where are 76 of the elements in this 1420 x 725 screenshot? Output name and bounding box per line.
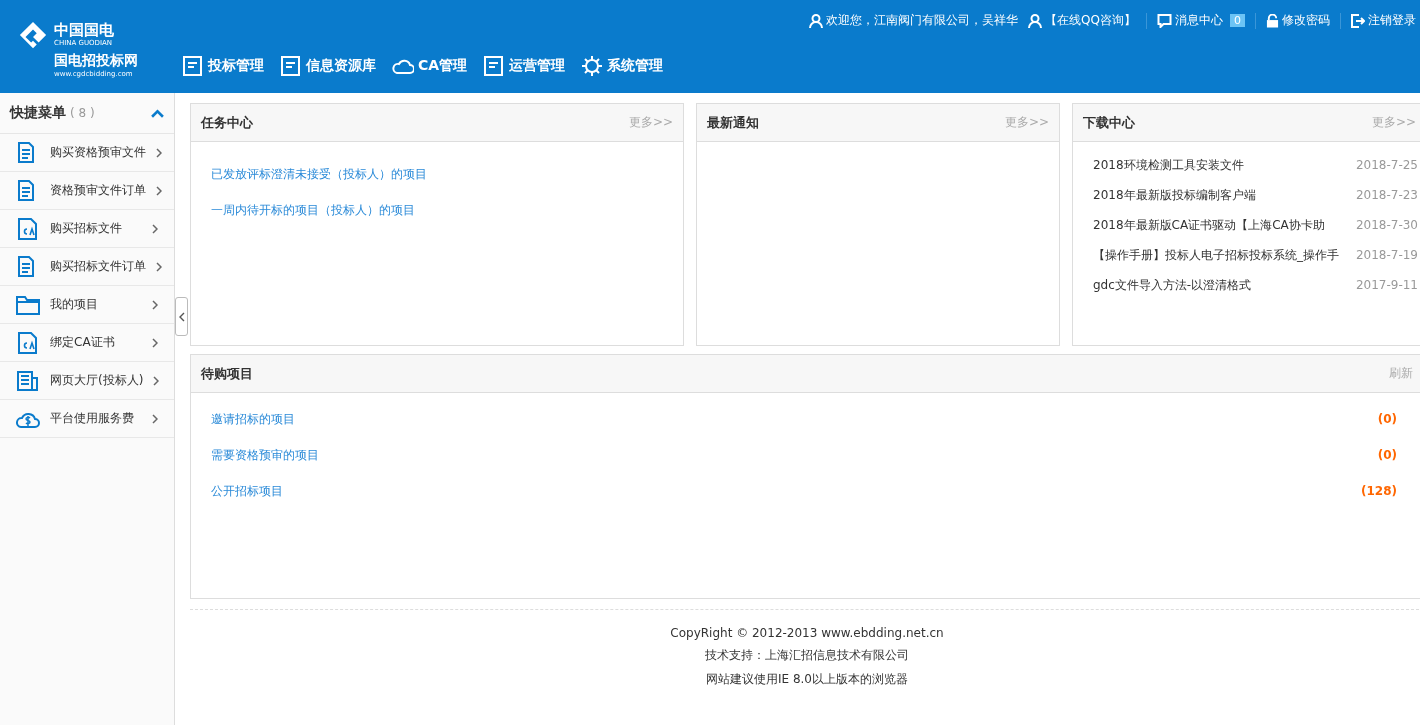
chevron-right-icon bbox=[152, 413, 158, 424]
file-date: 2018-7-30 bbox=[1355, 217, 1418, 234]
sidebar-menu-item[interactable]: 我的项目 bbox=[0, 286, 174, 324]
certificate-icon bbox=[16, 217, 40, 240]
chevron-right-icon bbox=[156, 261, 162, 272]
logout-link[interactable]: 注销登录 bbox=[1351, 12, 1416, 29]
more-link[interactable]: 更多>> bbox=[1004, 114, 1049, 131]
nav-link[interactable]: 运营管理 bbox=[483, 55, 566, 77]
sidebar-count: ( 8 ) bbox=[70, 106, 95, 120]
footer-text: CopyRight © 2012-2013 www.ebdding.net.cn bbox=[670, 626, 944, 640]
footer-text: 技术支持：上海汇招信息技术有限公司 bbox=[705, 647, 909, 664]
sidebar-title: 快捷菜单 bbox=[10, 104, 66, 122]
user-icon bbox=[1028, 13, 1043, 28]
download-link[interactable]: 2018环境检测工具安装文件 bbox=[1093, 150, 1244, 180]
panel-title: 任务中心 bbox=[201, 113, 253, 132]
file-date: 2018-7-25 bbox=[1355, 157, 1418, 174]
document-icon bbox=[483, 55, 506, 77]
download-link[interactable]: 【操作手册】投标人电子招标投标系统_操作手 bbox=[1093, 240, 1339, 270]
sidebar-menu-item[interactable]: 绑定CA证书 bbox=[0, 324, 174, 362]
nav-link[interactable]: 系统管理 bbox=[581, 55, 664, 77]
download-link[interactable]: 2018年最新版CA证书驱动【上海CA协卡助 bbox=[1093, 210, 1325, 240]
panel-title: 最新通知 bbox=[707, 113, 759, 132]
nav-link[interactable]: 信息资源库 bbox=[280, 55, 376, 77]
logout-icon bbox=[1351, 13, 1365, 28]
lock-icon bbox=[1266, 13, 1279, 28]
file-date: 2017-9-11 bbox=[1355, 277, 1418, 294]
sidebar-menu-item[interactable]: 购买招标文件订单 bbox=[0, 248, 174, 286]
settings-icon bbox=[581, 55, 604, 77]
certificate-icon bbox=[16, 331, 40, 354]
refresh-link[interactable]: 刷新 bbox=[1389, 365, 1413, 382]
chat-icon bbox=[1157, 13, 1172, 28]
chevron-right-icon bbox=[152, 223, 158, 234]
file-date: 2018-7-19 bbox=[1355, 247, 1418, 264]
newspaper-icon bbox=[16, 369, 40, 392]
chevron-right-icon bbox=[156, 147, 162, 158]
site-name: 国电招投标网 bbox=[54, 52, 138, 70]
sidebar-collapse-handle[interactable] bbox=[175, 297, 188, 336]
chevron-right-icon bbox=[156, 185, 162, 196]
download-link[interactable]: gdc文件导入方法-以澄清格式 bbox=[1093, 270, 1252, 300]
qq-consult-link[interactable]: 【在线QQ咨询】 bbox=[1028, 12, 1136, 29]
chevron-right-icon bbox=[153, 375, 160, 386]
more-link[interactable]: 更多>> bbox=[628, 114, 673, 131]
sidebar-menu-item[interactable]: 平台使用服务费 bbox=[0, 400, 174, 438]
message-center-link[interactable]: 消息中心 0 bbox=[1157, 12, 1245, 29]
panel-title: 下载中心 bbox=[1083, 113, 1135, 132]
nav-link[interactable]: CA管理 bbox=[392, 55, 468, 77]
project-count: (0) bbox=[1377, 448, 1397, 462]
project-count: (0) bbox=[1377, 412, 1397, 426]
logo-icon bbox=[18, 20, 48, 50]
message-count-badge: 0 bbox=[1230, 14, 1245, 27]
sidebar-menu-item[interactable]: 购买招标文件 bbox=[0, 210, 174, 248]
document-icon bbox=[182, 55, 204, 77]
project-link[interactable]: 公开招标项目 bbox=[211, 473, 283, 509]
chevron-right-icon bbox=[152, 337, 158, 348]
document-icon bbox=[280, 55, 302, 77]
sidebar-menu-item[interactable]: 购买资格预审文件 bbox=[0, 134, 174, 172]
brand-name: 中国国电 bbox=[54, 22, 114, 39]
sidebar-menu-item[interactable]: 资格预审文件订单 bbox=[0, 172, 174, 210]
folder-icon bbox=[16, 293, 40, 316]
welcome-text: 欢迎您，江南阀门有限公司，吴祥华 bbox=[809, 12, 1019, 29]
more-link[interactable]: 更多>> bbox=[1371, 114, 1416, 131]
project-link[interactable]: 邀请招标的项目 bbox=[211, 401, 295, 437]
collapse-caret-icon[interactable] bbox=[151, 108, 164, 118]
project-link[interactable]: 需要资格预审的项目 bbox=[211, 437, 319, 473]
footer-text: 网站建议使用IE 8.0以上版本的浏览器 bbox=[706, 671, 908, 688]
change-password-link[interactable]: 修改密码 bbox=[1266, 12, 1330, 29]
file-date: 2018-7-23 bbox=[1355, 187, 1418, 204]
download-link[interactable]: 2018年最新版投标编制客户端 bbox=[1093, 180, 1256, 210]
panel-title: 待购项目 bbox=[201, 364, 253, 383]
user-icon bbox=[809, 13, 824, 28]
task-link[interactable]: 已发放评标澄清未接受（投标人）的项目 bbox=[211, 156, 663, 192]
sidebar-menu-item[interactable]: 网页大厅(投标人) bbox=[0, 362, 174, 400]
chevron-right-icon bbox=[152, 299, 158, 310]
project-count: (128) bbox=[1360, 484, 1397, 498]
task-link[interactable]: 一周内待开标的项目（投标人）的项目 bbox=[211, 192, 663, 228]
nav-link[interactable]: 投标管理 bbox=[182, 55, 264, 77]
